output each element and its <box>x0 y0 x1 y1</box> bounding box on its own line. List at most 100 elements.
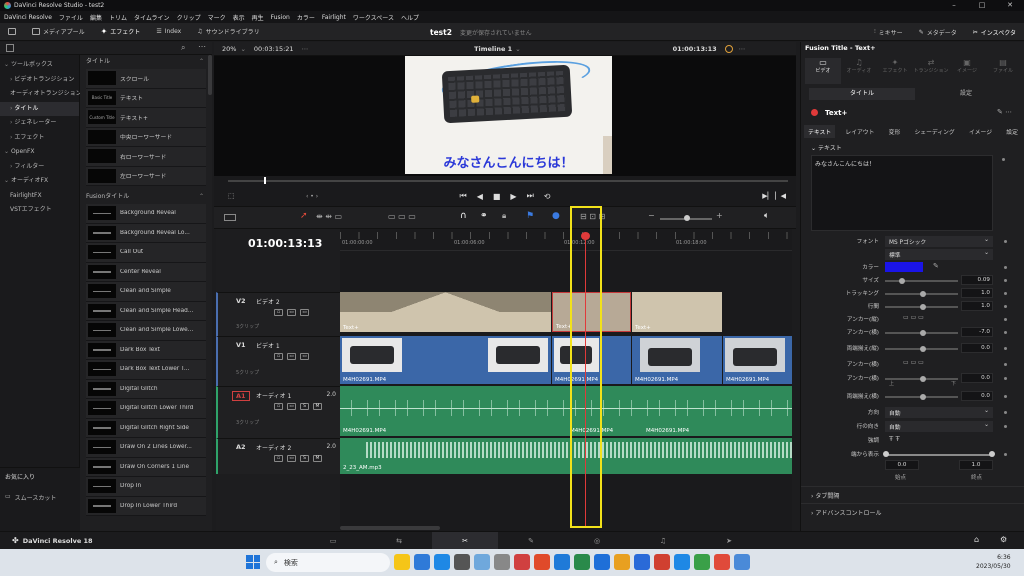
step-back-icon[interactable]: ◀ <box>477 192 483 201</box>
play-icon[interactable]: ▶ <box>510 192 516 201</box>
tree-item[interactable]: ⌄ OpenFX <box>0 145 79 160</box>
track-header-a2[interactable]: A2 オーディオ 2 2.0 ▫ ▭ S M <box>216 438 340 474</box>
more-options-icon[interactable]: ⋯ <box>739 45 746 53</box>
eyedropper-icon[interactable]: ✎ <box>933 262 939 270</box>
color-icon[interactable] <box>724 44 733 53</box>
slider-knob[interactable] <box>920 290 926 297</box>
keyframe-dot[interactable] <box>1004 331 1007 334</box>
speaker-icon[interactable]: 🔈︎ <box>764 211 769 221</box>
underline-icon[interactable]: Ŧ Ŧ <box>889 435 900 443</box>
slider-knob[interactable] <box>920 329 926 336</box>
taskbar-app-icon[interactable] <box>714 554 730 570</box>
lock-icon[interactable]: ▫ <box>274 403 283 410</box>
menu-item[interactable]: 再生 <box>252 13 264 22</box>
fusion-title-item[interactable]: Drop In Lower Third <box>86 496 206 516</box>
menu-item[interactable]: 編集 <box>90 13 102 22</box>
menu-item[interactable]: 表示 <box>233 13 245 22</box>
property-value[interactable]: 0.0 <box>961 391 993 401</box>
property-value[interactable]: 1.0 <box>961 288 993 298</box>
write-start-input[interactable]: 0.0 <box>885 460 919 470</box>
trim-tool-icon[interactable]: ⇼ ⇹ ▭ <box>316 212 342 221</box>
write-end-input[interactable]: 1.0 <box>959 460 993 470</box>
zoom-dropdown-icon[interactable]: ⌄ <box>240 45 245 53</box>
range-start-knob[interactable] <box>883 451 889 457</box>
more-options-icon[interactable]: ⋯ <box>198 42 206 51</box>
keyframe-dot[interactable] <box>1004 425 1007 428</box>
tab-spacing-section[interactable]: › タブ間隔 <box>811 491 839 500</box>
tree-item[interactable]: › ビデオトランジション <box>0 73 79 88</box>
tool-options-icon[interactable]: ✎ ⋯ <box>997 108 1012 116</box>
tool-enable-toggle[interactable] <box>811 109 818 116</box>
fusion-title-item[interactable]: Background Reveal <box>86 204 206 224</box>
zoom-slider-knob[interactable] <box>684 215 690 221</box>
tree-item[interactable]: › フィルター <box>0 160 79 175</box>
direction-dropdown[interactable]: 自動 ⌄ <box>885 407 993 418</box>
flag-icon[interactable]: ⚑ <box>526 211 534 221</box>
title-item[interactable]: Custom Title テキスト+ <box>86 108 206 128</box>
inspector-tab-2[interactable]: ✦ エフェクト <box>877 58 913 84</box>
text-tab[interactable]: 変形 <box>885 125 905 138</box>
metadata-button[interactable]: ✎ メタデータ <box>911 23 965 41</box>
taskbar-app-icon[interactable] <box>674 554 690 570</box>
inspector-tab-3[interactable]: ⇄ トランジション <box>913 58 949 84</box>
fusion-title-item[interactable]: Dark Box Text <box>86 340 206 360</box>
auto-select-icon[interactable]: ▭ <box>287 353 296 360</box>
page-button-6[interactable]: ➤ <box>696 532 762 550</box>
index-button[interactable]: ☰ Index <box>148 23 189 41</box>
stop-icon[interactable]: ■ <box>493 192 501 201</box>
title-clip[interactable]: Text+ <box>632 292 722 332</box>
lock-icon[interactable]: 🔒︎ <box>502 211 506 221</box>
title-item[interactable]: Basic Title テキスト <box>86 88 206 108</box>
slider-knob[interactable] <box>899 277 905 284</box>
fusion-title-item[interactable]: Background Reveal Lo... <box>86 223 206 243</box>
taskbar-app-icon[interactable] <box>734 554 750 570</box>
keyframe-dot[interactable] <box>1004 240 1007 243</box>
list-scrollbar[interactable] <box>208 55 212 95</box>
taskbar-app-icon[interactable] <box>414 554 430 570</box>
taskbar-app-icon[interactable] <box>514 554 530 570</box>
video-frame[interactable]: みなさんこんにちは！ <box>405 56 612 174</box>
timeline-dropdown-icon[interactable]: ⌄ <box>515 45 520 53</box>
fusion-title-item[interactable]: Clean and Simple Lowe... <box>86 321 206 341</box>
favorite-item[interactable]: ▭ スムースカット <box>5 493 75 502</box>
fusion-title-item[interactable]: Call Out <box>86 243 206 263</box>
menu-item[interactable]: Fusion <box>271 14 290 21</box>
link-icon[interactable]: ⚭ <box>480 211 488 221</box>
text-tab[interactable]: テキスト <box>804 124 836 138</box>
effects-button[interactable]: ✦ エフェクト <box>93 23 149 41</box>
title-item[interactable]: 中央ローワーサード <box>86 127 206 147</box>
title-item[interactable]: 右ローワーサード <box>86 147 206 167</box>
go-to-end-icon[interactable]: ⏭ <box>527 191 534 201</box>
page-button-3[interactable]: ✎ <box>498 532 564 550</box>
solo-button[interactable]: S <box>300 455 309 462</box>
text-tab[interactable]: レイアウト <box>841 125 878 138</box>
line-direction-dropdown[interactable]: 自動 ⌄ <box>885 421 993 432</box>
start-icon[interactable] <box>246 555 260 569</box>
inspector-tab-4[interactable]: ▣ イメージ <box>949 58 985 84</box>
snapping-icon[interactable]: ∩ <box>460 211 467 221</box>
tree-item[interactable]: › エフェクト <box>0 131 79 146</box>
tree-item[interactable]: FairlightFX <box>0 189 79 204</box>
lock-icon[interactable]: ▫ <box>274 455 283 462</box>
alignment-icons[interactable]: ▭ ▭ ▭ <box>903 314 924 321</box>
property-value[interactable]: 0.09 <box>961 275 993 285</box>
taskbar-app-icon[interactable] <box>614 554 630 570</box>
fusion-title-item[interactable]: Dark Box Text Lower T... <box>86 360 206 380</box>
track-header-v2[interactable]: V2 ビデオ 2 ▫ ▭ ▭ 3クリップ <box>216 292 340 336</box>
edit-tools-icon[interactable]: ▭ ▭ ▭ <box>388 212 416 221</box>
page-button-4[interactable]: ◎ <box>564 532 630 550</box>
timeline-area[interactable]: 01:00:00:00 01:00:06:00 01:00:12:00 01:0… <box>340 229 792 531</box>
video-clip[interactable]: M4H02691.MP4 <box>340 336 551 384</box>
text-tab[interactable]: 設定 <box>1002 125 1022 138</box>
fusion-title-item[interactable]: Digital Glitch <box>86 379 206 399</box>
fusion-title-item[interactable]: Drop In <box>86 477 206 497</box>
menu-item[interactable]: タイムライン <box>134 13 170 22</box>
page-button-2[interactable]: ✂ <box>432 532 498 550</box>
tree-item[interactable]: ⌄ オーディオFX <box>0 174 79 189</box>
inspector-tab-0[interactable]: ▭ ビデオ <box>805 58 841 84</box>
title-clip[interactable]: Text+ <box>340 292 551 332</box>
menu-item[interactable]: カラー <box>297 13 315 22</box>
layout-icon[interactable] <box>224 214 236 221</box>
title-item[interactable]: 左ローワーサード <box>86 166 206 186</box>
fusion-section-header[interactable]: Fusionタイトル ⌃ <box>80 190 212 204</box>
